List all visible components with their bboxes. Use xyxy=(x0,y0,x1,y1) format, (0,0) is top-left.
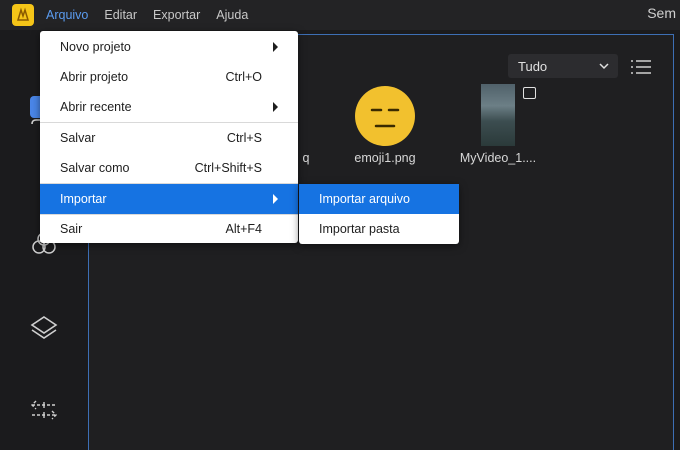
transitions-icon[interactable] xyxy=(28,394,60,426)
overlays-icon[interactable] xyxy=(28,312,60,344)
menu-item-label: Salvar xyxy=(60,131,96,145)
menu-item-shortcut: Ctrl+Shift+S xyxy=(194,161,262,175)
menu-arquivo[interactable]: Arquivo xyxy=(46,8,88,22)
menu-item-importar[interactable]: Importar xyxy=(40,184,298,214)
emoji-thumbnail xyxy=(355,86,415,146)
menu-item-label: Importar xyxy=(60,192,107,206)
video-clip-icon xyxy=(523,87,536,99)
menu-item-label: Novo projeto xyxy=(60,40,131,54)
menubar: Arquivo Editar Exportar Ajuda Sem xyxy=(0,0,680,30)
menu-item-sair[interactable]: Sair Alt+F4 xyxy=(40,214,298,244)
menu-item-salvar[interactable]: Salvar Ctrl+S xyxy=(40,123,298,153)
media-item[interactable]: emoji1.png xyxy=(345,86,425,165)
menu-item-abrir-projeto[interactable]: Abrir projeto Ctrl+O xyxy=(40,62,298,92)
window-title: Sem xyxy=(647,5,676,21)
menu-item-label: Salvar como xyxy=(60,161,130,175)
filter-value: Tudo xyxy=(518,58,548,74)
media-caption: q xyxy=(302,151,310,165)
video-thumbnail xyxy=(481,84,515,146)
media-caption: emoji1.png xyxy=(354,151,416,165)
media-filter-select[interactable]: Tudo xyxy=(508,54,618,78)
list-view-icon[interactable] xyxy=(630,58,652,76)
menu-titles: Arquivo Editar Exportar Ajuda xyxy=(46,0,264,30)
submenu-arrow-icon xyxy=(273,42,278,52)
menu-item-importar-pasta[interactable]: Importar pasta xyxy=(299,214,459,244)
menu-item-abrir-recente[interactable]: Abrir recente xyxy=(40,92,298,122)
submenu-arrow-icon xyxy=(273,194,278,204)
menu-item-importar-arquivo[interactable]: Importar arquivo xyxy=(299,184,459,214)
chevron-down-icon xyxy=(599,63,609,70)
media-caption: MyVideo_1.... xyxy=(459,151,537,165)
menu-item-label: Abrir projeto xyxy=(60,70,129,84)
menu-item-novo-projeto[interactable]: Novo projeto xyxy=(40,32,298,62)
menu-item-shortcut: Ctrl+O xyxy=(225,70,262,84)
menu-editar[interactable]: Editar xyxy=(104,8,137,22)
menu-item-shortcut: Alt+F4 xyxy=(225,222,262,236)
media-item[interactable]: q xyxy=(296,151,316,165)
menu-ajuda[interactable]: Ajuda xyxy=(216,8,248,22)
menu-item-shortcut: Ctrl+S xyxy=(226,131,262,145)
menu-item-label: Abrir recente xyxy=(60,100,132,114)
menu-item-label: Sair xyxy=(60,222,83,236)
submenu-arrow-icon xyxy=(273,102,278,112)
menu-item-salvar-como[interactable]: Salvar como Ctrl+Shift+S xyxy=(40,153,298,183)
menu-exportar[interactable]: Exportar xyxy=(153,8,200,22)
app-logo-icon[interactable] xyxy=(12,4,34,26)
file-menu: Novo projeto Abrir projeto Ctrl+O Abrir … xyxy=(40,31,298,243)
import-submenu: Importar arquivo Importar pasta xyxy=(299,184,459,244)
